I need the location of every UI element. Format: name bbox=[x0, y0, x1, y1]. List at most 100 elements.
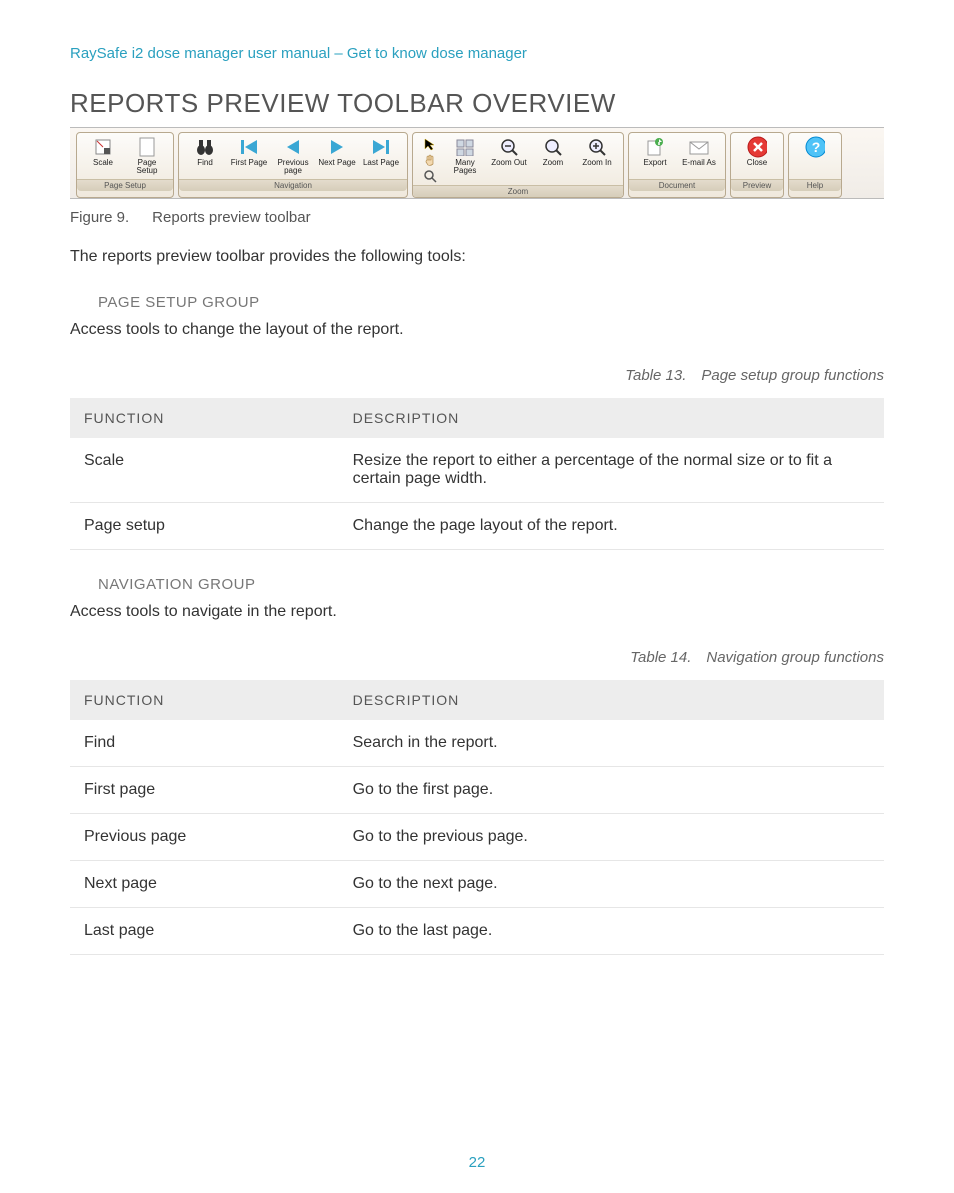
first-page-button-label: First Page bbox=[231, 159, 267, 177]
cell-function: Page setup bbox=[70, 503, 339, 550]
toolbar-group-help: ? Help bbox=[788, 132, 842, 198]
email-icon bbox=[689, 137, 709, 157]
table-row: FindSearch in the report. bbox=[70, 720, 884, 767]
prev-arrow-icon bbox=[283, 137, 303, 157]
table-row: ScaleResize the report to either a perce… bbox=[70, 438, 884, 503]
cell-description: Resize the report to either a percentage… bbox=[339, 438, 884, 503]
figure-caption: Figure 9. Reports preview toolbar bbox=[70, 209, 884, 226]
close-button-label: Close bbox=[747, 159, 767, 177]
group-label: Document bbox=[629, 179, 725, 191]
many-pages-icon bbox=[455, 137, 475, 157]
help-button[interactable]: ? bbox=[793, 135, 837, 179]
email-as-button-label: E-mail As bbox=[682, 159, 716, 177]
group-label: Zoom bbox=[413, 185, 623, 197]
scale-icon bbox=[93, 137, 113, 157]
cell-description: Go to the first page. bbox=[339, 767, 884, 814]
page-setup-table: FUNCTION DESCRIPTION ScaleResize the rep… bbox=[70, 398, 884, 550]
zoom-icon bbox=[543, 137, 563, 157]
cell-description: Go to the last page. bbox=[339, 908, 884, 955]
last-arrow-icon bbox=[371, 137, 391, 157]
table-row: Previous pageGo to the previous page. bbox=[70, 814, 884, 861]
many-pages-button-label: Many Pages bbox=[445, 159, 485, 177]
cell-function: Last page bbox=[70, 908, 339, 955]
toolbar-group-page-setup: Scale Page Setup Page Setup bbox=[76, 132, 174, 198]
zoom-tool-stack bbox=[417, 135, 443, 185]
first-page-button[interactable]: First Page bbox=[227, 135, 271, 179]
navigation-table: FUNCTION DESCRIPTION FindSearch in the r… bbox=[70, 680, 884, 955]
last-page-button[interactable]: Last Page bbox=[359, 135, 403, 179]
toolbar-group-preview: Close Preview bbox=[730, 132, 784, 198]
th-function: FUNCTION bbox=[70, 680, 339, 720]
page-setup-heading: PAGE SETUP GROUP bbox=[98, 294, 884, 311]
group-label: Page Setup bbox=[77, 179, 173, 191]
navigation-text: Access tools to navigate in the report. bbox=[70, 603, 884, 621]
page-number: 22 bbox=[0, 1154, 954, 1171]
scale-button[interactable]: Scale bbox=[81, 135, 125, 179]
th-description: DESCRIPTION bbox=[339, 680, 884, 720]
help-icon: ? bbox=[805, 137, 825, 157]
zoom-in-button-label: Zoom In bbox=[582, 159, 611, 177]
close-button[interactable]: Close bbox=[735, 135, 779, 179]
navigation-heading: NAVIGATION GROUP bbox=[98, 576, 884, 593]
cell-function: Find bbox=[70, 720, 339, 767]
first-arrow-icon bbox=[239, 137, 259, 157]
scale-button-label: Scale bbox=[93, 159, 113, 177]
cell-description: Search in the report. bbox=[339, 720, 884, 767]
th-description: DESCRIPTION bbox=[339, 398, 884, 438]
page-setup-button[interactable]: Page Setup bbox=[125, 135, 169, 179]
intro-text: The reports preview toolbar provides the… bbox=[70, 248, 884, 266]
toolbar-group-navigation: Find First Page Previous page Next Page Last… bbox=[178, 132, 408, 198]
many-pages-button[interactable]: Many Pages bbox=[443, 135, 487, 185]
hand-icon[interactable] bbox=[422, 153, 438, 167]
find-button[interactable]: Find bbox=[183, 135, 227, 179]
cell-description: Go to the next page. bbox=[339, 861, 884, 908]
zoom-out-icon bbox=[499, 137, 519, 157]
previous-page-button[interactable]: Previous page bbox=[271, 135, 315, 179]
cell-description: Go to the previous page. bbox=[339, 814, 884, 861]
email-as-button[interactable]: E-mail As bbox=[677, 135, 721, 179]
cell-description: Change the page layout of the report. bbox=[339, 503, 884, 550]
table-row: Next pageGo to the next page. bbox=[70, 861, 884, 908]
table13-caption: Table 13. Page setup group functions bbox=[70, 367, 884, 384]
page-setup-text: Access tools to change the layout of the… bbox=[70, 321, 884, 339]
next-arrow-icon bbox=[327, 137, 347, 157]
export-button-label: Export bbox=[643, 159, 666, 177]
group-label: Preview bbox=[731, 179, 783, 191]
table14-caption: Table 14. Navigation group functions bbox=[70, 649, 884, 666]
figure-caption-text: Reports preview toolbar bbox=[152, 209, 310, 226]
toolbar-group-zoom: Many Pages Zoom Out Zoom Zoom In Zoom bbox=[412, 132, 624, 198]
zoom-button-label: Zoom bbox=[543, 159, 563, 177]
breadcrumb: RaySafe i2 dose manager user manual – Ge… bbox=[70, 45, 884, 62]
cell-function: Scale bbox=[70, 438, 339, 503]
zoom-out-button-label: Zoom Out bbox=[491, 159, 527, 177]
cell-function: First page bbox=[70, 767, 339, 814]
toolbar-group-document: Export E-mail As Document bbox=[628, 132, 726, 198]
zoom-button[interactable]: Zoom bbox=[531, 135, 575, 185]
page-setup-button-label: Page Setup bbox=[127, 159, 167, 177]
zoom-out-button[interactable]: Zoom Out bbox=[487, 135, 531, 185]
table-row: Page setupChange the page layout of the … bbox=[70, 503, 884, 550]
zoom-in-icon bbox=[587, 137, 607, 157]
export-button[interactable]: Export bbox=[633, 135, 677, 179]
binoculars-icon bbox=[195, 137, 215, 157]
close-icon bbox=[747, 137, 767, 157]
group-label: Help bbox=[789, 179, 841, 191]
section-title: REPORTS PREVIEW TOOLBAR OVERVIEW bbox=[70, 88, 884, 119]
reports-preview-toolbar: Scale Page Setup Page Setup Find First Page P… bbox=[70, 127, 884, 199]
page-icon bbox=[137, 137, 157, 157]
cursor-icon[interactable] bbox=[422, 137, 438, 151]
table-row: Last pageGo to the last page. bbox=[70, 908, 884, 955]
cell-function: Next page bbox=[70, 861, 339, 908]
figure-number: Figure 9. bbox=[70, 209, 148, 226]
find-button-label: Find bbox=[197, 159, 213, 177]
th-function: FUNCTION bbox=[70, 398, 339, 438]
cell-function: Previous page bbox=[70, 814, 339, 861]
last-page-button-label: Last Page bbox=[363, 159, 399, 177]
zoom-in-button[interactable]: Zoom In bbox=[575, 135, 619, 185]
export-icon bbox=[645, 137, 665, 157]
previous-page-button-label: Previous page bbox=[273, 159, 313, 177]
next-page-button[interactable]: Next Page bbox=[315, 135, 359, 179]
table-row: First pageGo to the first page. bbox=[70, 767, 884, 814]
next-page-button-label: Next Page bbox=[318, 159, 355, 177]
magnifier-icon[interactable] bbox=[422, 169, 438, 183]
